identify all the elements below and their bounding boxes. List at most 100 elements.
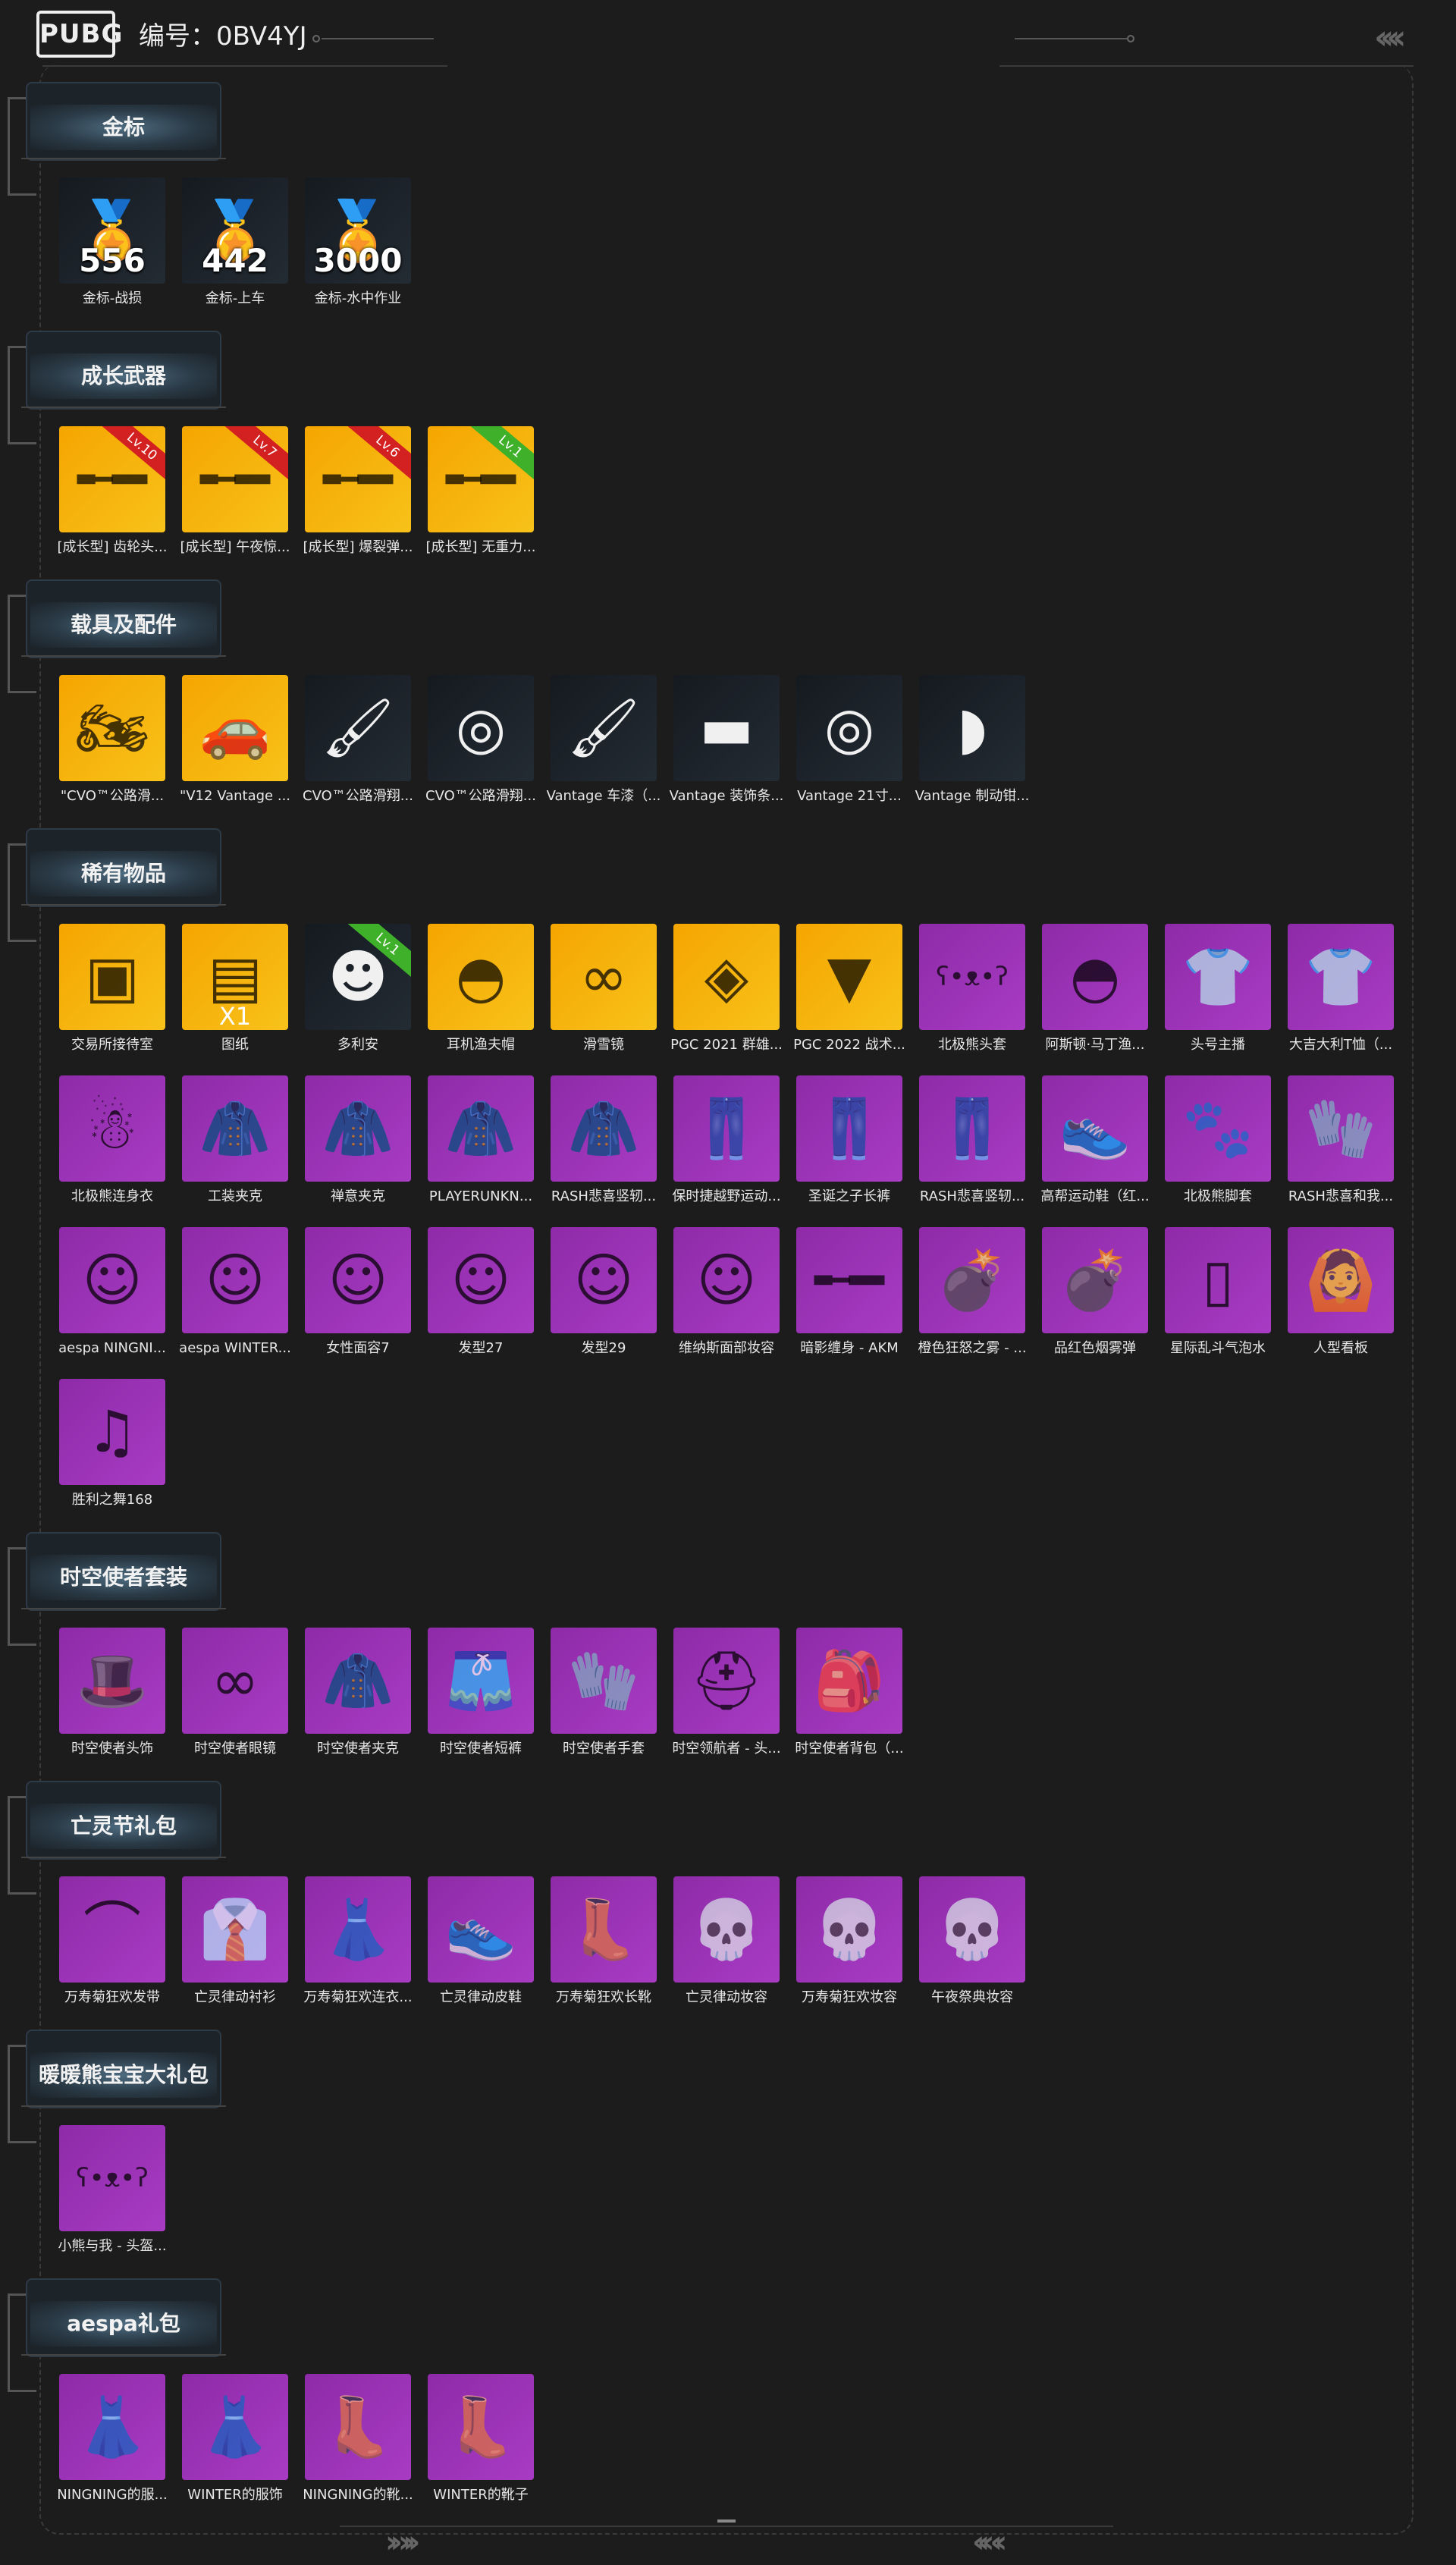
item-tile[interactable]: 🧤 [1288, 1075, 1394, 1182]
inventory-item[interactable]: ╾━ Lv.7 [成长型] 午夜惊... [180, 426, 290, 557]
item-tile[interactable]: 💀 [919, 1876, 1025, 1983]
item-tile[interactable]: ▤ X1 [182, 924, 288, 1030]
inventory-item[interactable]: 💀 亡灵律动妆容 [673, 1876, 780, 2007]
item-tile[interactable]: 👕 [1165, 924, 1271, 1030]
item-tile[interactable]: 👢 [551, 1876, 657, 1983]
inventory-item[interactable]: 🎩 时空使者头饰 [59, 1628, 165, 1758]
inventory-item[interactable]: 💀 万寿菊狂欢妆容 [796, 1876, 902, 2007]
inventory-item[interactable]: ╾━ 暗影缠身 - AKM [796, 1227, 902, 1358]
item-tile[interactable]: 👗 [305, 1876, 411, 1983]
item-tile[interactable]: ☺ [305, 1227, 411, 1333]
item-tile[interactable]: ▯ [1165, 1227, 1271, 1333]
inventory-item[interactable]: 🏅 442 金标-上车 [182, 177, 288, 308]
item-tile[interactable]: 💣 [1042, 1227, 1148, 1333]
item-tile[interactable]: 👗 [59, 2374, 165, 2480]
inventory-item[interactable]: ☻ Lv.1 多利安 [305, 924, 411, 1054]
item-tile[interactable]: ◎ [796, 675, 902, 781]
inventory-item[interactable]: 👢 NINGNING的靴... [303, 2374, 413, 2504]
item-tile[interactable]: 🏅 556 [59, 177, 165, 284]
inventory-item[interactable]: ◓ 耳机渔夫帽 [428, 924, 534, 1054]
item-tile[interactable]: ʕ•ᴥ•ʔ [919, 924, 1025, 1030]
inventory-item[interactable]: ▯ 星际乱斗气泡水 [1165, 1227, 1271, 1358]
inventory-item[interactable]: ◗ Vantage 制动钳... [915, 675, 1029, 805]
item-tile[interactable]: 👗 [182, 2374, 288, 2480]
inventory-item[interactable]: ∞ 时空使者眼镜 [182, 1628, 288, 1758]
item-tile[interactable]: 🩳 [428, 1628, 534, 1734]
item-tile[interactable]: 🧥 [305, 1628, 411, 1734]
item-tile[interactable]: ☃ [59, 1075, 165, 1182]
inventory-item[interactable]: ☺ 发型29 [551, 1227, 657, 1358]
inventory-item[interactable]: ╾━ Lv.1 [成长型] 无重力... [426, 426, 535, 557]
inventory-item[interactable]: 🐾 北极熊脚套 [1165, 1075, 1271, 1206]
item-tile[interactable]: 🖌 [305, 675, 411, 781]
item-tile[interactable]: 👢 [428, 2374, 534, 2480]
inventory-item[interactable]: 👕 大吉大利T恤（... [1288, 924, 1394, 1054]
inventory-item[interactable]: 👟 亡灵律动皮鞋 [428, 1876, 534, 2007]
inventory-item[interactable]: ◈ PGC 2021 群雄... [670, 924, 783, 1054]
inventory-item[interactable]: 🧥 RASH悲喜竖轫... [551, 1075, 657, 1206]
item-tile[interactable]: ╾━ Lv.6 [305, 426, 411, 532]
item-tile[interactable]: 👖 [919, 1075, 1025, 1182]
inventory-item[interactable]: 👖 RASH悲喜竖轫... [919, 1075, 1025, 1206]
item-tile[interactable]: ╾━ [796, 1227, 902, 1333]
inventory-item[interactable]: ⛑ 时空领航者 - 头... [672, 1628, 781, 1758]
item-tile[interactable]: 🎩 [59, 1628, 165, 1734]
item-tile[interactable]: 💣 [919, 1227, 1025, 1333]
inventory-item[interactable]: 👖 保时捷越野运动... [672, 1075, 781, 1206]
inventory-item[interactable]: 🙆 人型看板 [1288, 1227, 1394, 1358]
inventory-item[interactable]: 🧥 禅意夹克 [305, 1075, 411, 1206]
inventory-item[interactable]: 👗 WINTER的服饰 [182, 2374, 288, 2504]
inventory-item[interactable]: ◓ 阿斯顿·马丁渔... [1042, 924, 1148, 1054]
inventory-item[interactable]: ☺ aespa WINTER... [179, 1227, 291, 1358]
item-tile[interactable]: ▬ [673, 675, 780, 781]
inventory-item[interactable]: 👗 万寿菊狂欢连衣... [303, 1876, 413, 2007]
inventory-item[interactable]: ⌒ 万寿菊狂欢发带 [59, 1876, 165, 2007]
item-tile[interactable]: ⛑ [673, 1628, 780, 1734]
item-tile[interactable]: 🖌 [551, 675, 657, 781]
item-tile[interactable]: 🎒 [796, 1628, 902, 1734]
inventory-item[interactable]: ◎ CVO™公路滑翔... [425, 675, 536, 805]
item-tile[interactable]: 💀 [796, 1876, 902, 1983]
inventory-item[interactable]: ▤ X1 图纸 [182, 924, 288, 1054]
inventory-item[interactable]: 👟 高帮运动鞋（红... [1040, 1075, 1150, 1206]
item-tile[interactable]: 🚗 [182, 675, 288, 781]
item-tile[interactable]: ▼ [796, 924, 902, 1030]
inventory-item[interactable]: ☺ 发型27 [428, 1227, 534, 1358]
item-tile[interactable]: ◓ [1042, 924, 1148, 1030]
item-tile[interactable]: ☻ Lv.1 [305, 924, 411, 1030]
inventory-item[interactable]: 🧥 PLAYERUNKN... [428, 1075, 534, 1206]
item-tile[interactable]: 👖 [796, 1075, 902, 1182]
inventory-item[interactable]: 👖 圣诞之子长裤 [796, 1075, 902, 1206]
item-tile[interactable]: 👢 [305, 2374, 411, 2480]
item-tile[interactable]: 🧥 [551, 1075, 657, 1182]
item-tile[interactable]: ◗ [919, 675, 1025, 781]
item-tile[interactable]: ╾━ Lv.7 [182, 426, 288, 532]
item-tile[interactable]: 🐾 [1165, 1075, 1271, 1182]
item-tile[interactable]: 🧥 [182, 1075, 288, 1182]
inventory-item[interactable]: 💣 品红色烟雾弹 [1042, 1227, 1148, 1358]
item-tile[interactable]: 💀 [673, 1876, 780, 1983]
item-tile[interactable]: ⌒ [59, 1876, 165, 1983]
item-tile[interactable]: ╾━ Lv.10 [59, 426, 165, 532]
inventory-item[interactable]: ʕ•ᴥ•ʔ 北极熊头套 [919, 924, 1025, 1054]
inventory-item[interactable]: 🧤 时空使者手套 [551, 1628, 657, 1758]
inventory-item[interactable]: ▣ 交易所接待室 [59, 924, 165, 1054]
inventory-item[interactable]: ▬ Vantage 装饰条... [670, 675, 783, 805]
inventory-item[interactable]: 🖌 CVO™公路滑翔... [303, 675, 413, 805]
inventory-item[interactable]: ☃ 北极熊连身衣 [59, 1075, 165, 1206]
inventory-item[interactable]: ╾━ Lv.6 [成长型] 爆裂弹... [303, 426, 413, 557]
item-tile[interactable]: 🙆 [1288, 1227, 1394, 1333]
item-tile[interactable]: 👕 [1288, 924, 1394, 1030]
inventory-item[interactable]: 👕 头号主播 [1165, 924, 1271, 1054]
inventory-item[interactable]: ∞ 滑雪镜 [551, 924, 657, 1054]
item-tile[interactable]: 👟 [1042, 1075, 1148, 1182]
item-tile[interactable]: ◓ [428, 924, 534, 1030]
item-tile[interactable]: 👔 [182, 1876, 288, 1983]
item-tile[interactable]: ╾━ Lv.1 [428, 426, 534, 532]
inventory-item[interactable]: 🖌 Vantage 车漆（... [547, 675, 661, 805]
item-tile[interactable]: 🧥 [428, 1075, 534, 1182]
inventory-item[interactable]: 🎒 时空使者背包（... [795, 1628, 904, 1758]
inventory-item[interactable]: 🧥 时空使者夹克 [305, 1628, 411, 1758]
inventory-item[interactable]: ☺ 维纳斯面部妆容 [673, 1227, 780, 1358]
item-tile[interactable]: ◎ [428, 675, 534, 781]
